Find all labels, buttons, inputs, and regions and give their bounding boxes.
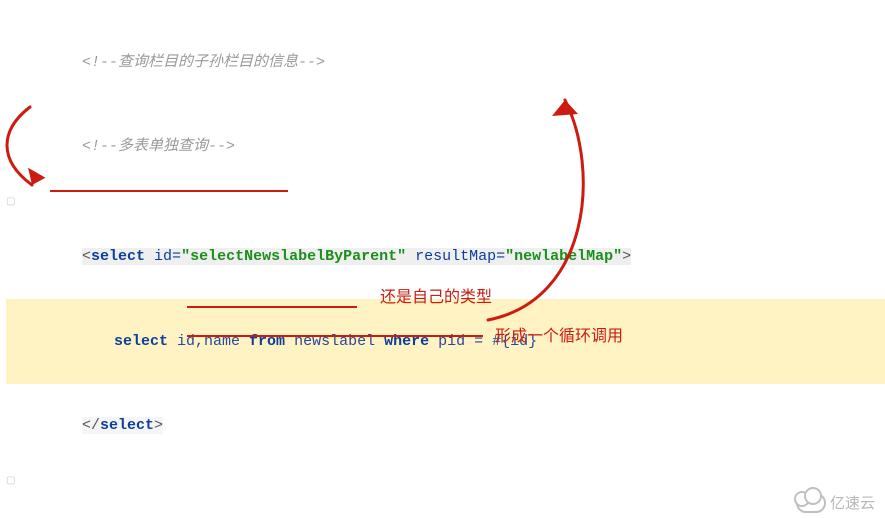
- code-line: <resultMap id="newlabelMap" type="Newsla…: [6, 468, 885, 519]
- annotation-text: 还是自己的类型: [380, 283, 492, 307]
- fold-icon[interactable]: [6, 193, 26, 207]
- code-line: </select>: [6, 384, 885, 469]
- fold-icon[interactable]: [6, 472, 26, 486]
- code-line: select id,name from newslabel where pid …: [6, 299, 885, 384]
- underline-annotation: [187, 335, 483, 337]
- code-line: <!--多表单独查询-->: [6, 105, 885, 190]
- code-line: <!--查询栏目的子孙栏目的信息-->: [6, 20, 885, 105]
- underline-annotation: [50, 190, 288, 192]
- xml-comment: <!--多表单独查询-->: [82, 138, 235, 155]
- cloud-icon: [796, 493, 826, 513]
- xml-comment: <!--查询栏目的子孙栏目的信息-->: [82, 54, 325, 71]
- code-editor: <!--查询栏目的子孙栏目的信息--> <!--多表单独查询--> <selec…: [0, 0, 885, 519]
- underline-annotation: [187, 306, 357, 308]
- watermark-text: 亿速云: [830, 492, 875, 513]
- annotation-text: 形成一个循环调用: [495, 322, 623, 346]
- watermark: 亿速云: [796, 492, 875, 513]
